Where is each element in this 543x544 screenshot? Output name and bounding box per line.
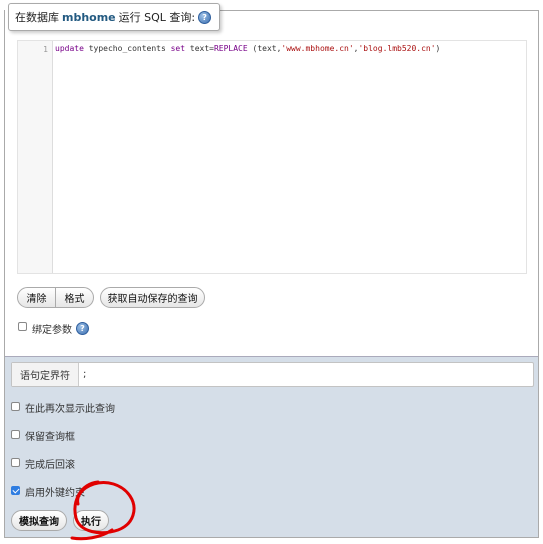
line-number: 1	[43, 45, 48, 54]
sql-editor[interactable]: 1 update typecho_contents set text=REPLA…	[17, 40, 527, 274]
delimiter-group: 语句定界符	[11, 362, 534, 387]
string-arg-2: 'blog.lmb520.cn'	[358, 44, 436, 53]
legend-prefix: 在数据库	[15, 11, 59, 24]
clear-button[interactable]: 清除	[17, 287, 56, 308]
code-close: )	[435, 44, 441, 53]
help-icon[interactable]: ?	[198, 10, 212, 24]
delimiter-label: 语句定界符	[12, 363, 79, 386]
line-gutter: 1	[18, 41, 53, 273]
bind-params-label: 绑定参数	[32, 325, 72, 336]
kw-update: update	[55, 44, 84, 53]
simulate-query-button[interactable]: 模拟查询	[11, 510, 67, 531]
rollback-label: 完成后回滚	[25, 460, 75, 471]
bind-params-help-icon[interactable]: ?	[76, 322, 89, 335]
get-autosaved-query-button[interactable]: 获取自动保存的查询	[100, 287, 205, 308]
table-name: typecho_contents	[83, 44, 171, 53]
foreign-keys-label: 启用外键约束	[25, 488, 85, 499]
legend-suffix: 运行 SQL 查询:	[118, 11, 196, 24]
show-query-again-checkbox[interactable]	[11, 402, 20, 411]
code-mid: text=	[185, 44, 214, 53]
database-name: mbhome	[62, 10, 116, 24]
fn-replace: REPLACE	[213, 44, 248, 53]
kw-set: set	[170, 44, 186, 53]
keep-query-box-label: 保留查询框	[25, 432, 75, 443]
sql-code-line[interactable]: update typecho_contents set text=REPLACE…	[55, 44, 440, 53]
fieldset-border	[195, 10, 538, 11]
format-button[interactable]: 格式	[55, 287, 94, 308]
delimiter-input[interactable]	[81, 366, 525, 383]
show-query-again-label: 在此再次显示此查询	[25, 404, 115, 415]
go-button[interactable]: 执行	[73, 510, 109, 531]
keep-query-box-checkbox[interactable]	[11, 430, 20, 439]
bind-params-checkbox[interactable]	[18, 322, 27, 331]
string-arg-1: 'www.mbhome.cn'	[281, 44, 354, 53]
rollback-checkbox[interactable]	[11, 458, 20, 467]
foreign-keys-checkbox[interactable]	[11, 486, 20, 495]
code-args-open: (text,	[247, 44, 282, 53]
fieldset-legend: 在数据库 mbhome 运行 SQL 查询: ?	[8, 3, 221, 31]
